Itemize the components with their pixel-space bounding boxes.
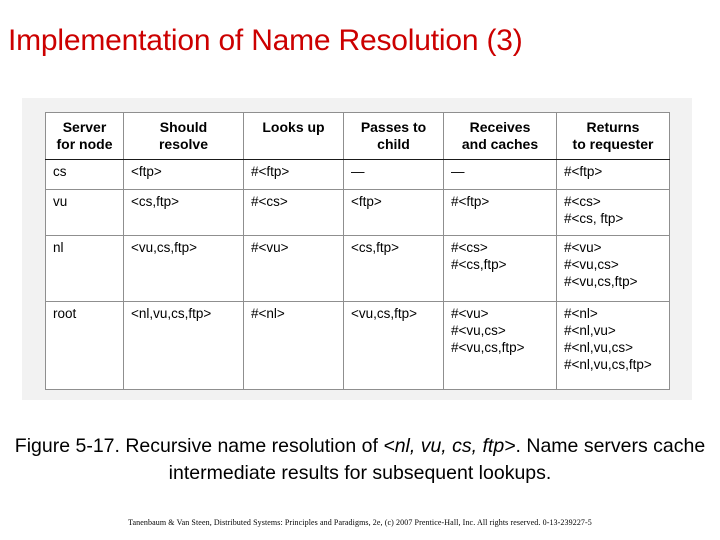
cell-passes-to-child: <ftp>	[343, 189, 444, 236]
cell-line: #<nl,vu,cs>	[564, 340, 634, 355]
header-line: Returns	[586, 119, 640, 135]
page-title: Implementation of Name Resolution (3)	[8, 24, 523, 57]
cell-server: root	[45, 301, 124, 390]
cell-passes-to-child: <cs,ftp>	[343, 235, 444, 302]
cell-receives-and-caches: #<cs> #<cs,ftp>	[443, 235, 557, 302]
cell-looks-up: #<nl>	[243, 301, 344, 390]
cell-line: #<cs,ftp>	[451, 257, 507, 272]
cell-line: #<nl,vu>	[564, 323, 616, 338]
cell-returns-to-requester: #<nl> #<nl,vu> #<nl,vu,cs> #<nl,vu,cs,ft…	[556, 301, 670, 390]
cell-receives-and-caches: #<ftp>	[443, 189, 557, 236]
cell-looks-up: #<vu>	[243, 235, 344, 302]
header-line	[251, 136, 336, 153]
cell-line: #<vu>	[564, 240, 602, 255]
table-row: cs <ftp> #<ftp> — — #<ftp>	[45, 159, 670, 190]
header-line: for node	[56, 136, 113, 152]
figure-caption: Figure 5-17. Recursive name resolution o…	[10, 433, 710, 487]
cell-looks-up: #<cs>	[243, 189, 344, 236]
cell-passes-to-child: —	[343, 159, 444, 190]
cell-receives-and-caches: #<vu> #<vu,cs> #<vu,cs,ftp>	[443, 301, 557, 390]
cell-server: nl	[45, 235, 124, 302]
name-resolution-table: Server for node Should resolve Looks up …	[45, 112, 670, 390]
table-row: root <nl,vu,cs,ftp> #<nl> <vu,cs,ftp> #<…	[45, 301, 670, 390]
cell-line: —	[451, 164, 465, 179]
figure-panel: Server for node Should resolve Looks up …	[22, 98, 692, 400]
header-line: resolve	[158, 136, 209, 152]
cell-line: #<vu,cs>	[564, 257, 619, 272]
caption-emphasis: <nl, vu, cs, ftp>	[383, 435, 516, 457]
header-line: Receives	[469, 119, 531, 135]
column-header-returns-to-requester: Returns to requester	[556, 112, 670, 160]
cell-line: #<nl>	[564, 306, 598, 321]
cell-line: #<cs>	[564, 194, 601, 209]
cell-line: #<vu,cs,ftp>	[451, 340, 525, 355]
cell-line: #<cs, ftp>	[564, 211, 624, 226]
cell-line: #<vu>	[451, 306, 489, 321]
column-header-server-for-node: Server for node	[45, 112, 124, 160]
header-line: child	[377, 136, 410, 152]
header-line: Server	[62, 119, 107, 135]
header-line: Passes to	[360, 119, 427, 135]
cell-returns-to-requester: #<cs> #<cs, ftp>	[556, 189, 670, 236]
header-line: and caches	[461, 136, 539, 152]
cell-passes-to-child: <vu,cs,ftp>	[343, 301, 444, 390]
caption-prefix: Figure 5-17. Recursive name resolution o…	[14, 435, 384, 457]
resolution-table-container: Server for node Should resolve Looks up …	[45, 112, 670, 390]
cell-server: cs	[45, 159, 124, 190]
header-line: Should	[159, 119, 208, 135]
cell-should-resolve: <ftp>	[123, 159, 244, 190]
column-header-passes-to-child: Passes to child	[343, 112, 444, 160]
copyright-footer: Tanenbaum & Van Steen, Distributed Syste…	[128, 518, 592, 527]
cell-should-resolve: <cs,ftp>	[123, 189, 244, 236]
column-header-looks-up: Looks up	[243, 112, 344, 160]
cell-looks-up: #<ftp>	[243, 159, 344, 190]
cell-line: #<cs>	[451, 240, 488, 255]
cell-should-resolve: <nl,vu,cs,ftp>	[123, 301, 244, 390]
table-header-row: Server for node Should resolve Looks up …	[45, 112, 670, 160]
cell-returns-to-requester: #<vu> #<vu,cs> #<vu,cs,ftp>	[556, 235, 670, 302]
cell-receives-and-caches: —	[443, 159, 557, 190]
cell-line: #<vu,cs,ftp>	[564, 274, 638, 289]
cell-line: #<vu,cs>	[451, 323, 506, 338]
cell-server: vu	[45, 189, 124, 236]
cell-line: #<nl,vu,cs,ftp>	[564, 357, 652, 372]
table-row: nl <vu,cs,ftp> #<vu> <cs,ftp> #<cs> #<cs…	[45, 235, 670, 302]
column-header-should-resolve: Should resolve	[123, 112, 244, 160]
table-row: vu <cs,ftp> #<cs> <ftp> #<ftp> #<cs> #<c…	[45, 189, 670, 236]
header-line: Looks up	[262, 119, 325, 135]
cell-line: #<ftp>	[451, 194, 490, 209]
cell-should-resolve: <vu,cs,ftp>	[123, 235, 244, 302]
column-header-receives-and-caches: Receives and caches	[443, 112, 557, 160]
cell-returns-to-requester: #<ftp>	[556, 159, 670, 190]
cell-line: #<ftp>	[564, 164, 603, 179]
header-line: to requester	[572, 136, 654, 152]
